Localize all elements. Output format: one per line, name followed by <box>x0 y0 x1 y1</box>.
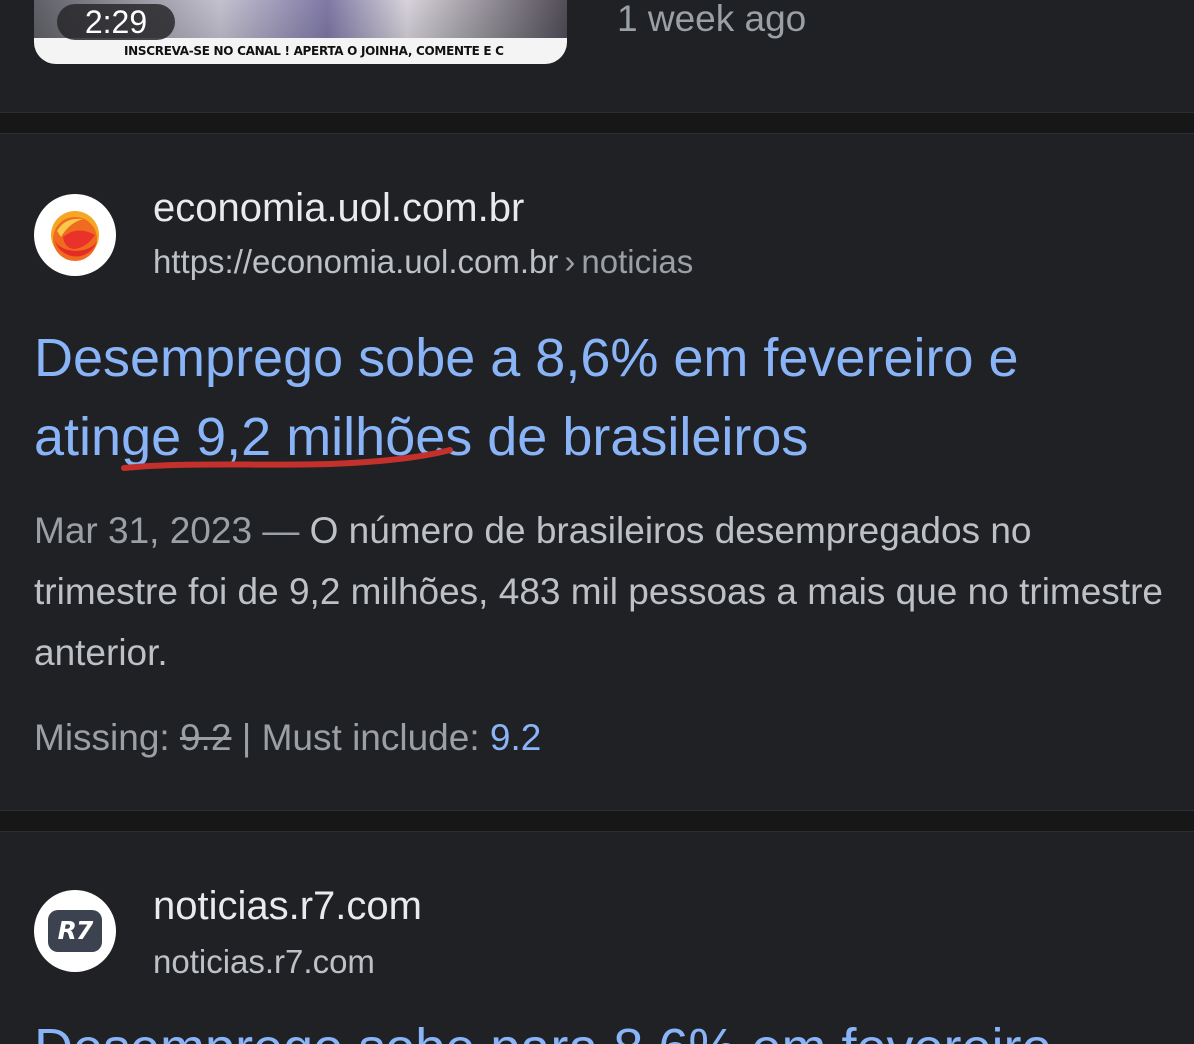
search-results-page: INSCREVA-SE NO CANAL ! APERTA O JOINHA, … <box>0 0 1194 1044</box>
must-include-link[interactable]: 9.2 <box>490 717 541 758</box>
result-title-line-1: Desemprego sobe a 8,6% em fevereiro e <box>34 328 1019 388</box>
missing-divider: | <box>241 717 252 758</box>
uol-logo-icon <box>51 211 99 261</box>
uol-favicon[interactable] <box>34 194 116 276</box>
breadcrumb: noticias <box>581 243 694 280</box>
site-name[interactable]: noticias.r7.com <box>153 884 422 929</box>
must-include-label: Must include: <box>261 717 480 758</box>
search-result-r7: R7 noticias.r7.com noticias.r7.com Desem… <box>0 832 1194 1044</box>
date-dash: — <box>262 510 300 551</box>
site-url[interactable]: https://economia.uol.com.br › noticias <box>153 243 693 281</box>
site-url[interactable]: noticias.r7.com <box>153 943 375 981</box>
result-title-line-2: atinge 9,2 milhões de brasileiros <box>34 407 809 467</box>
search-result-uol: economia.uol.com.br https://economia.uol… <box>0 134 1194 810</box>
video-result-card[interactable]: INSCREVA-SE NO CANAL ! APERTA O JOINHA, … <box>0 0 1194 112</box>
video-duration-badge: 2:29 <box>57 4 175 40</box>
result-title-link[interactable]: Desemprego sobe para 8,6% em fevereiro <box>34 1018 1052 1044</box>
r7-logo-icon: R7 <box>48 910 102 952</box>
missing-terms-row: Missing: 9.2 | Must include: 9.2 <box>34 717 541 759</box>
site-name[interactable]: economia.uol.com.br <box>153 186 524 231</box>
result-separator <box>0 810 1194 832</box>
video-age: 1 week ago <box>617 0 807 39</box>
result-title-link[interactable]: Desemprego sobe a 8,6% em fevereiro e at… <box>34 319 1174 477</box>
result-snippet: Mar 31, 2023 — O número de brasileiros d… <box>34 500 1174 683</box>
url-text: https://economia.uol.com.br <box>153 243 559 280</box>
result-separator <box>0 112 1194 134</box>
result-date: Mar 31, 2023 <box>34 510 253 551</box>
thumbnail-caption: INSCREVA-SE NO CANAL ! APERTA O JOINHA, … <box>34 38 567 64</box>
missing-label: Missing: <box>34 717 170 758</box>
missing-term: 9.2 <box>179 717 232 758</box>
r7-favicon[interactable]: R7 <box>34 890 116 972</box>
breadcrumb-separator: › <box>564 243 576 280</box>
